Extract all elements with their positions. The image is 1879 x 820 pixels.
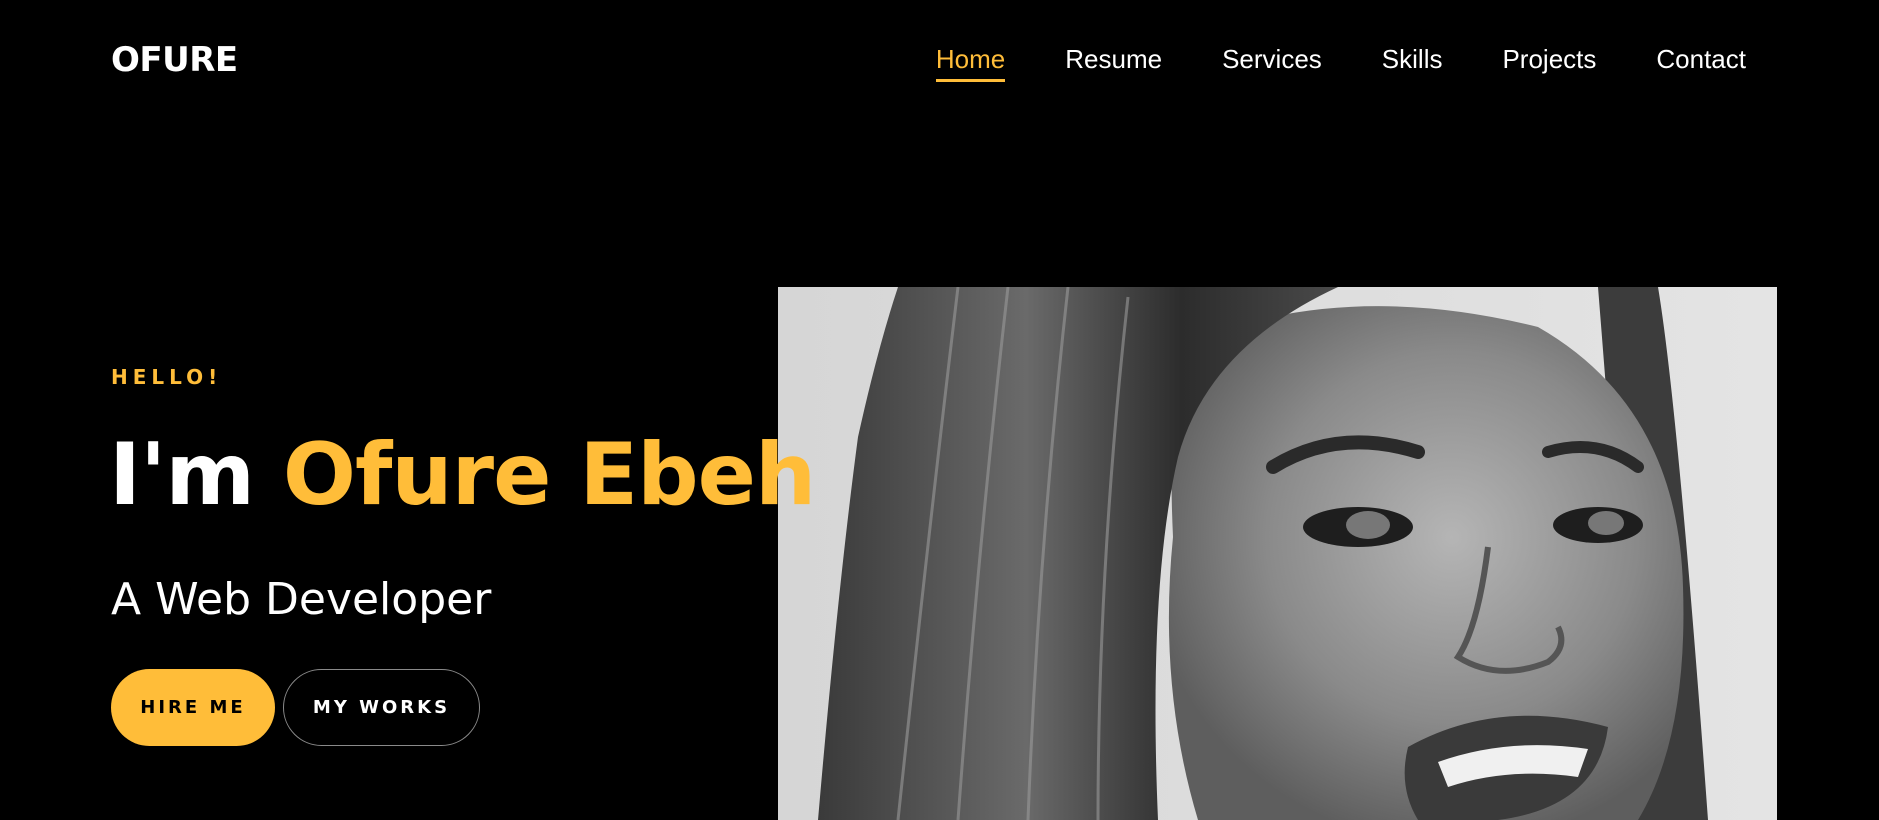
nav-item-services[interactable]: Services: [1222, 40, 1322, 78]
headline-name: Ofure Ebeh: [282, 425, 816, 525]
hero-role: A Web Developer: [111, 574, 492, 625]
headline-intro: I'm: [109, 425, 255, 525]
nav-item-resume[interactable]: Resume: [1065, 40, 1162, 78]
portrait-illustration: [778, 287, 1777, 820]
profile-photo: [778, 287, 1777, 820]
nav-item-projects[interactable]: Projects: [1502, 40, 1596, 78]
greeting-label: HELLO!: [111, 365, 223, 389]
nav-item-contact[interactable]: Contact: [1656, 40, 1746, 78]
site-logo[interactable]: OFURE: [111, 38, 238, 82]
nav-item-skills[interactable]: Skills: [1382, 40, 1443, 78]
hero-headline: I'm Ofure Ebeh: [109, 420, 816, 530]
nav-item-home[interactable]: Home: [935, 40, 1006, 82]
my-works-button[interactable]: MY WORKS: [283, 669, 480, 746]
main-nav: Home Resume Services Skills Projects Con…: [876, 40, 1746, 82]
hire-me-button[interactable]: HIRE ME: [111, 669, 275, 746]
